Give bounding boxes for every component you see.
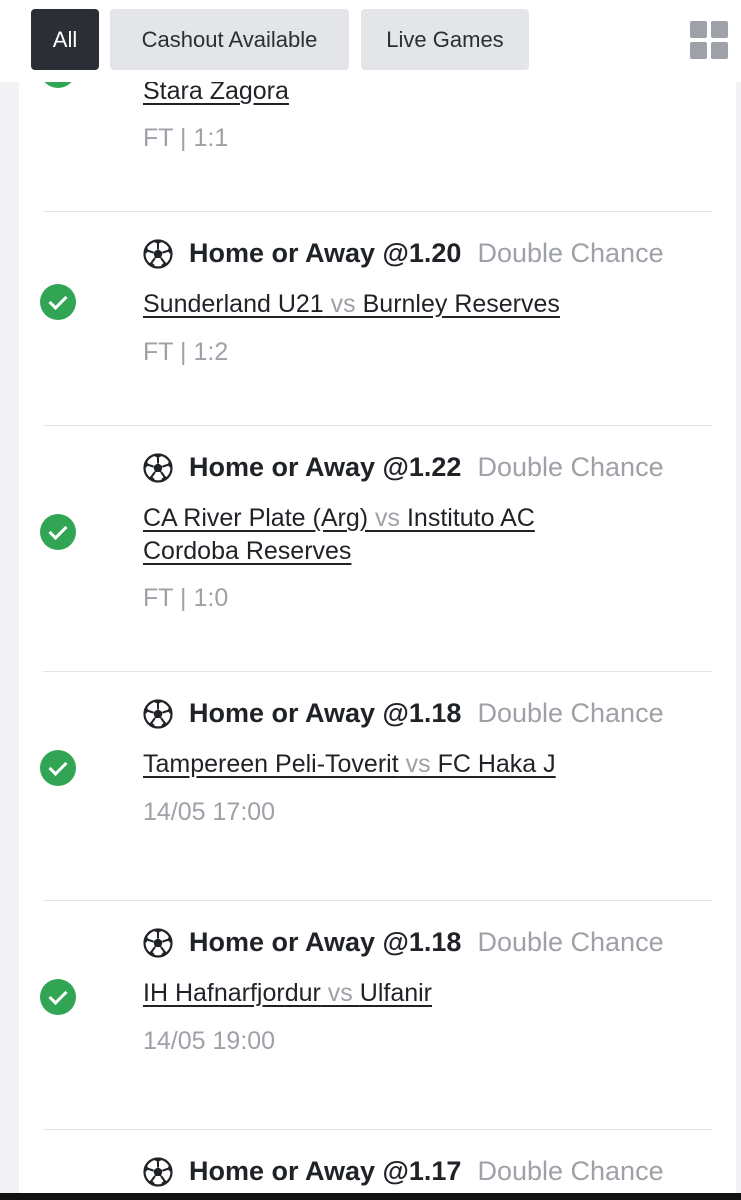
home-team-link[interactable]: Sunderland U21 [143,290,324,318]
away-team-link[interactable]: Ulfanir [360,979,432,1007]
match-status: 14/05 19:00 [143,1027,276,1055]
filter-toolbar: All Cashout Available Live Games [0,0,741,82]
selection-label: Home or Away @1.18 [189,927,462,957]
soccer-ball-icon [143,1156,173,1187]
check-circle-icon [40,750,76,786]
bottom-edge [0,1193,741,1200]
bet-item[interactable]: Home or Away @1.18 Double Chance IH Hafn… [40,901,712,1129]
selection-label: Home or Away @1.17 [189,1156,462,1186]
soccer-ball-icon [143,238,173,269]
selection-label: Home or Away @1.18 [189,698,462,728]
home-team-link[interactable]: Tampereen Peli-Toverit [143,750,399,778]
soccer-ball-icon [143,927,173,958]
match-teams: IH Hafnarfjordur vs Ulfanir [143,977,663,1010]
soccer-ball-icon [143,452,173,483]
filter-all-button[interactable]: All [31,9,99,70]
filter-live-games-button[interactable]: Live Games [361,9,529,70]
versus-label: vs [398,750,438,778]
match-teams: CA River Plate (Arg) vs Instituto AC Cor… [143,502,613,568]
check-circle-icon [40,514,76,550]
away-team-link[interactable]: FC Haka J [438,750,556,778]
home-team-link[interactable]: CA River Plate (Arg) [143,504,368,532]
match-teams: Tampereen Peli-Toverit vs FC Haka J [143,748,663,781]
bet-item[interactable]: Home or Away @1.20 Double Chance Sunderl… [40,212,712,425]
match-status: 14/05 17:00 [143,798,276,826]
match-status: FT | 1:1 [143,124,229,152]
versus-label: vs [368,504,407,532]
match-teams: Sunderland U21 vs Burnley Reserves [143,288,663,321]
market-line: Home or Away @1.20 Double Chance [143,238,664,269]
market-type-label: Double Chance [477,1156,664,1186]
bet-item[interactable]: Home or Away @1.17 Double Chance [43,1130,712,1200]
bet-item[interactable]: Home or Away @1.22 Double Chance CA Rive… [40,426,712,671]
market-type-label: Double Chance [477,238,664,268]
market-type-label: Double Chance [477,698,664,728]
market-line: Home or Away @1.22 Double Chance [143,452,664,483]
soccer-ball-icon [143,698,173,729]
match-status: FT | 1:2 [143,338,229,366]
market-line: Home or Away @1.17 Double Chance [143,1156,664,1187]
selection-label: Home or Away @1.22 [189,452,462,482]
market-line: Home or Away @1.18 Double Chance [143,698,664,729]
filter-cashout-button[interactable]: Cashout Available [110,9,349,70]
selection-label: Home or Away @1.20 [189,238,462,268]
versus-label: vs [320,979,360,1007]
home-team-link[interactable]: IH Hafnarfjordur [143,979,321,1007]
market-type-label: Double Chance [477,452,664,482]
check-circle-icon [40,979,76,1015]
bet-list-card: Stara Zagora FT | 1:1 Home or Away @1.20… [19,0,736,1200]
check-circle-icon [40,284,76,320]
bet-item[interactable]: Home or Away @1.18 Double Chance Tampere… [40,672,712,900]
market-type-label: Double Chance [477,927,664,957]
match-status: FT | 1:0 [143,584,229,612]
market-line: Home or Away @1.18 Double Chance [143,927,664,958]
versus-label: vs [323,290,363,318]
away-team-link[interactable]: Burnley Reserves [363,290,560,318]
grid-view-icon[interactable] [690,21,728,59]
